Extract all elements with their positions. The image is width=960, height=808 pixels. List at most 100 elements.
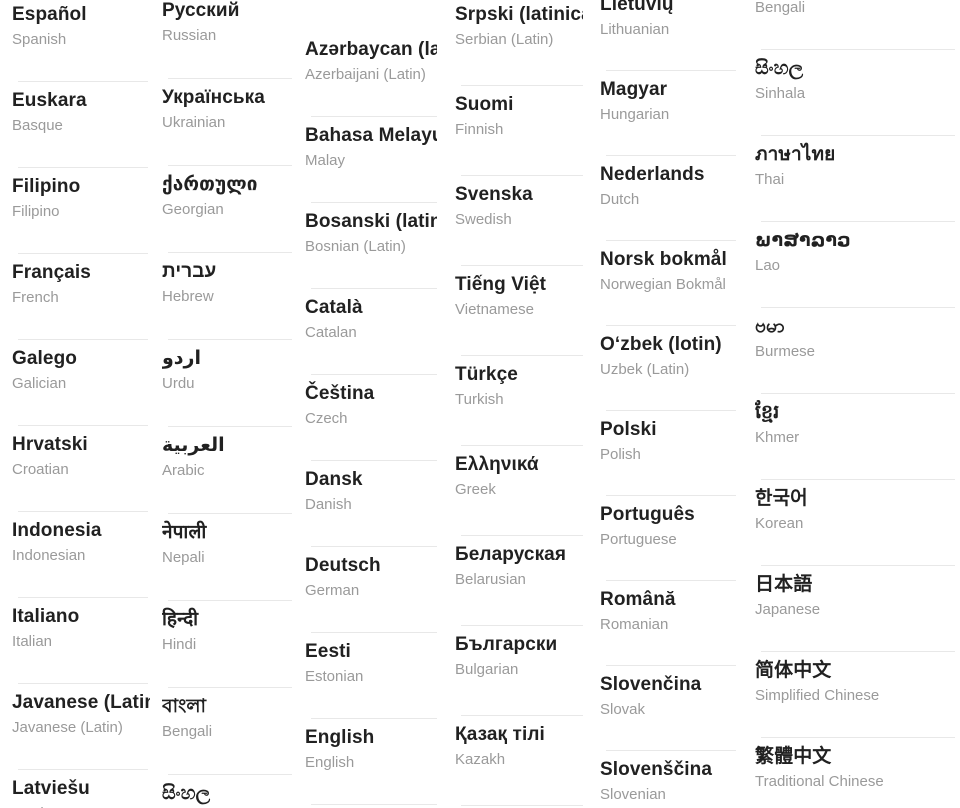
column-3-inner: Azərbaycan (latın) Azerbaijani (Latin) Bah… xyxy=(305,31,437,805)
language-item[interactable]: සිංහල Sinhala xyxy=(755,50,955,136)
language-item[interactable]: ქართული Georgian xyxy=(162,166,292,253)
language-english-name: Filipino xyxy=(12,203,60,220)
language-native-name: Română xyxy=(600,589,676,610)
language-item[interactable]: Lietuvių Lithuanian xyxy=(600,0,736,71)
language-item[interactable]: Español Spanish xyxy=(12,0,150,82)
language-item[interactable]: اردو Urdu xyxy=(162,340,292,427)
language-english-name: Javanese (Latin) xyxy=(12,719,123,736)
language-item[interactable]: Eesti Estonian xyxy=(305,633,437,719)
language-english-name: Swedish xyxy=(455,211,512,228)
language-english-name: Burmese xyxy=(755,343,816,360)
language-item[interactable]: Hrvatski Croatian xyxy=(12,426,150,512)
language-item[interactable]: O‘zbek (lotin) Uzbek (Latin) xyxy=(600,326,736,411)
language-english-name: German xyxy=(305,582,360,599)
language-item[interactable]: עברית Hebrew xyxy=(162,253,292,340)
language-item[interactable]: Javanese (Latin) Javanese (Latin) xyxy=(12,684,150,770)
language-item[interactable]: Bahasa Melayu Malay xyxy=(305,117,437,203)
language-native-name: සිංහල xyxy=(755,58,804,79)
language-item[interactable]: Azərbaycan (latın) Azerbaijani (Latin) xyxy=(305,31,437,117)
language-english-name: Italian xyxy=(12,633,53,650)
language-item[interactable]: Български Bulgarian xyxy=(455,626,583,716)
language-item[interactable]: Indonesia Indonesian xyxy=(12,512,150,598)
language-native-name: Беларуская xyxy=(455,544,567,565)
language-native-name: ภาษาไทย xyxy=(755,144,836,165)
language-english-name: Simplified Chinese xyxy=(755,687,880,704)
language-item[interactable]: Slovenščina Slovenian xyxy=(600,751,736,808)
language-native-name: Italiano xyxy=(12,606,80,627)
language-native-name: Українська xyxy=(162,87,265,108)
language-item[interactable]: Українська Ukrainian xyxy=(162,79,292,166)
language-item[interactable]: 繁體中文 Traditional Chinese xyxy=(755,738,955,808)
language-native-name: ខ្មែរ xyxy=(755,402,780,423)
language-english-name: Croatian xyxy=(12,461,69,478)
language-item[interactable]: Tiếng Việt Vietnamese xyxy=(455,266,583,356)
language-english-name: English xyxy=(305,754,355,771)
language-english-name: Russian xyxy=(162,27,217,44)
language-item[interactable]: ខ្មែរ Khmer xyxy=(755,394,955,480)
language-item[interactable]: বাংলাBengali xyxy=(755,0,955,50)
language-item[interactable]: Polski Polish xyxy=(600,411,736,496)
language-english-name: Georgian xyxy=(162,201,224,218)
language-item[interactable]: Norsk bokmål Norwegian Bokmål xyxy=(600,241,736,326)
language-english-name: Uzbek (Latin) xyxy=(600,361,690,378)
language-item[interactable]: Latviešu Latvian xyxy=(12,770,150,808)
language-item[interactable]: Srpski (latinica) Serbian (Latin) xyxy=(455,0,583,86)
language-item[interactable]: हिन्दी Hindi xyxy=(162,601,292,688)
language-item[interactable]: Беларуская Belarusian xyxy=(455,536,583,626)
language-item[interactable]: Português Portuguese xyxy=(600,496,736,581)
language-item[interactable]: සිංහලSinhala xyxy=(162,775,292,808)
language-item[interactable]: Filipino Filipino xyxy=(12,168,150,254)
language-item[interactable]: ພາສາລາວ Lao xyxy=(755,222,955,308)
language-item[interactable]: Suomi Finnish xyxy=(455,86,583,176)
language-native-name: Ελληνικά xyxy=(455,454,539,475)
language-english-name: Bulgarian xyxy=(455,661,519,678)
language-english-name: Spanish xyxy=(12,31,67,48)
language-english-name: Greek xyxy=(455,481,496,498)
language-item[interactable]: Italiano Italian xyxy=(12,598,150,684)
column-6-inner: বাংলাBengali සිංහල Sinhala ภาษาไทย Thai ພາສາລ… xyxy=(755,0,955,808)
language-item[interactable]: বাংলা Bengali xyxy=(162,688,292,775)
language-native-name: Srpski (latinica) xyxy=(455,4,583,25)
language-native-name: Indonesia xyxy=(12,520,102,541)
language-item[interactable]: Français French xyxy=(12,254,150,340)
language-item[interactable]: Euskara Basque xyxy=(12,82,150,168)
column-1-inner: Español Spanish Euskara Basque Filipino Filip… xyxy=(12,0,150,808)
language-english-name: Sinhala xyxy=(755,85,806,102)
language-item[interactable]: Deutsch German xyxy=(305,547,437,633)
language-item[interactable]: Svenska Swedish xyxy=(455,176,583,266)
language-item[interactable]: Ελληνικά Greek xyxy=(455,446,583,536)
language-native-name: বাংলা xyxy=(162,696,207,717)
language-native-name: Bahasa Melayu xyxy=(305,125,437,146)
language-item[interactable]: नेपाली Nepali xyxy=(162,514,292,601)
language-native-name: Tiếng Việt xyxy=(455,274,547,295)
language-english-name: Norwegian Bokmål xyxy=(600,276,726,293)
language-english-name: Bengali xyxy=(162,723,213,740)
language-item[interactable]: English English xyxy=(305,719,437,805)
language-item[interactable]: Nederlands Dutch xyxy=(600,156,736,241)
language-item[interactable]: 한국어 Korean xyxy=(755,480,955,566)
language-item[interactable]: Қазақ тілі Kazakh xyxy=(455,716,583,806)
language-item[interactable]: ဗမာ Burmese xyxy=(755,308,955,394)
language-native-name: Slovenčina xyxy=(600,674,702,695)
column-5-inner: Lietuvių Lithuanian Magyar Hungarian Nederla… xyxy=(600,0,736,808)
language-item[interactable]: Türkçe Turkish xyxy=(455,356,583,446)
language-native-name: नेपाली xyxy=(162,522,207,543)
language-item[interactable]: Bosanski (latinica) Bosnian (Latin) xyxy=(305,203,437,289)
language-item[interactable]: Slovenčina Slovak xyxy=(600,666,736,751)
language-item[interactable]: 简体中文 Simplified Chinese xyxy=(755,652,955,738)
language-item[interactable]: Magyar Hungarian xyxy=(600,71,736,156)
language-item[interactable]: Català Catalan xyxy=(305,289,437,375)
language-item[interactable]: 日本語 Japanese xyxy=(755,566,955,652)
language-native-name: Suomi xyxy=(455,94,514,115)
language-item[interactable]: ภาษาไทย Thai xyxy=(755,136,955,222)
language-item[interactable]: العربية Arabic xyxy=(162,427,292,514)
language-item[interactable]: Čeština Czech xyxy=(305,375,437,461)
column-4-inner: Srpski (latinica) Serbian (Latin) Suomi Fin… xyxy=(455,0,583,808)
language-english-name: Vietnamese xyxy=(455,301,534,318)
language-item[interactable]: Română Romanian xyxy=(600,581,736,666)
language-english-name: Hindi xyxy=(162,636,197,653)
language-item[interactable]: Русский Russian xyxy=(162,0,292,79)
language-native-name: Magyar xyxy=(600,79,668,100)
language-item[interactable]: Galego Galician xyxy=(12,340,150,426)
language-item[interactable]: Dansk Danish xyxy=(305,461,437,547)
